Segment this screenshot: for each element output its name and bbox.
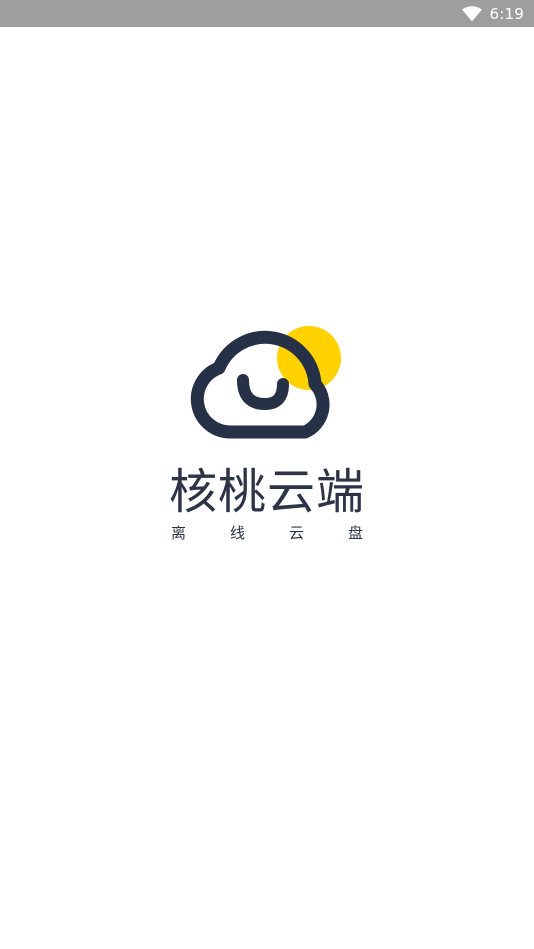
status-indicators: 6:19 bbox=[461, 0, 524, 27]
smile-mark bbox=[237, 374, 289, 411]
status-time: 6:19 bbox=[489, 4, 524, 23]
wifi-icon bbox=[461, 5, 482, 21]
app-title: 核桃云端 bbox=[168, 464, 365, 520]
splash-content: 核桃云端 离线云盘 bbox=[0, 322, 534, 552]
cloud-logo-icon bbox=[190, 326, 341, 439]
app-subtitle: 离线云盘 bbox=[170, 524, 407, 542]
splash-screen: 6:19 核桃云端 离线云盘 bbox=[0, 0, 534, 949]
status-bar: 6:19 bbox=[0, 0, 534, 27]
